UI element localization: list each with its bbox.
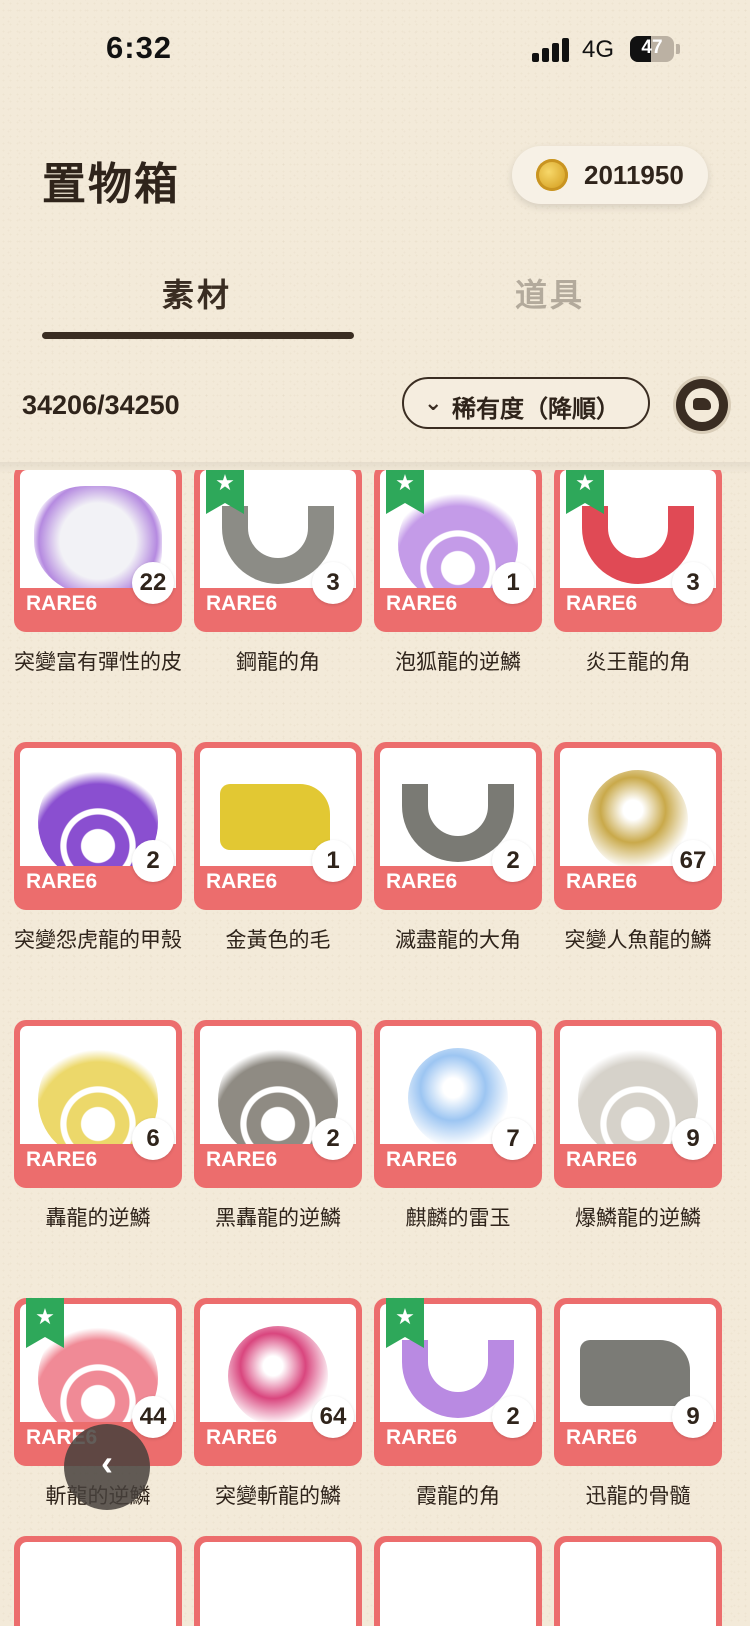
item-card[interactable] <box>554 1536 722 1626</box>
item-card[interactable] <box>374 1536 542 1626</box>
item-quantity: 2 <box>492 1396 534 1438</box>
item-card[interactable]: 7 RARE6 <box>374 1020 542 1188</box>
monster-filter-button[interactable] <box>676 379 728 431</box>
item-card[interactable]: 67 RARE6 <box>554 742 722 910</box>
signal-icon <box>532 38 572 62</box>
active-tab-indicator <box>42 332 354 339</box>
item-rarity: RARE6 <box>26 870 98 893</box>
item-rarity: RARE6 <box>566 870 638 893</box>
storage-count: 34206/34250 <box>22 390 180 420</box>
item-quantity: 1 <box>312 840 354 882</box>
item-card[interactable]: 2 RARE6 <box>374 742 542 910</box>
item-rarity: RARE6 <box>26 592 98 615</box>
network-type: 4G <box>582 36 615 63</box>
item-card[interactable]: 1 RARE6 <box>374 470 542 632</box>
status-bar: 6:32 4G 47 <box>0 0 750 100</box>
status-time: 6:32 <box>106 30 173 65</box>
item-quantity: 64 <box>312 1396 354 1438</box>
battery-level: 47 <box>641 37 663 58</box>
item-card[interactable] <box>194 1536 362 1626</box>
item-rarity: RARE6 <box>206 1426 278 1449</box>
item-quantity: 3 <box>672 562 714 604</box>
item-image <box>200 1542 356 1626</box>
page-title: 置物箱 <box>42 159 180 210</box>
sort-label: 稀有度（降順） <box>452 395 620 423</box>
item-card[interactable]: 3 RARE6 <box>194 470 362 632</box>
item-card[interactable]: 9 RARE6 <box>554 1298 722 1466</box>
item-quantity: 3 <box>312 562 354 604</box>
item-rarity: RARE6 <box>566 1426 638 1449</box>
item-quantity: 44 <box>132 1396 174 1438</box>
item-image <box>560 1542 716 1626</box>
item-name: 滅盡龍的大角 <box>395 928 521 952</box>
tab-items[interactable]: 道具 <box>395 270 705 316</box>
item-rarity: RARE6 <box>386 1148 458 1171</box>
coin-balance[interactable]: 2011950 <box>512 146 708 204</box>
item-name: 突變富有彈性的皮 <box>14 650 182 674</box>
item-rarity: RARE6 <box>206 1148 278 1171</box>
monster-filter-icon <box>685 388 719 422</box>
head-material-icon <box>220 784 330 850</box>
battery-tip <box>676 44 680 54</box>
item-name: 泡狐龍的逆鱗 <box>395 650 521 674</box>
chevron-left-icon: ‹ <box>101 1442 113 1483</box>
item-quantity: 2 <box>312 1118 354 1160</box>
item-quantity: 9 <box>672 1118 714 1160</box>
item-card[interactable]: 64 RARE6 <box>194 1298 362 1466</box>
head-material-icon <box>580 1340 690 1406</box>
item-name: 麒麟的雷玉 <box>405 1206 511 1230</box>
item-card[interactable]: 2 RARE6 <box>374 1298 542 1466</box>
item-name: 爆鱗龍的逆鱗 <box>575 1206 701 1230</box>
item-name: 霞龍的角 <box>416 1484 500 1508</box>
item-quantity: 1 <box>492 562 534 604</box>
item-name: 突變人魚龍的鱗 <box>564 928 712 952</box>
item-card[interactable]: 1 RARE6 <box>194 742 362 910</box>
item-quantity: 9 <box>672 1396 714 1438</box>
item-name: 突變斬龍的鱗 <box>215 1484 341 1508</box>
item-card[interactable]: 9 RARE6 <box>554 1020 722 1188</box>
item-rarity: RARE6 <box>566 592 638 615</box>
item-name: 黑轟龍的逆鱗 <box>215 1206 341 1230</box>
item-card[interactable] <box>14 1536 182 1626</box>
coin-value: 2011950 <box>584 160 684 190</box>
item-card[interactable]: 3 RARE6 <box>554 470 722 632</box>
item-rarity: RARE6 <box>386 870 458 893</box>
item-name: 突變怨虎龍的甲殼 <box>14 928 182 952</box>
item-quantity: 2 <box>132 840 174 882</box>
tab-materials[interactable]: 素材 <box>42 270 352 316</box>
battery-icon: 47 <box>630 36 674 62</box>
item-quantity: 6 <box>132 1118 174 1160</box>
item-quantity: 2 <box>492 840 534 882</box>
item-quantity: 67 <box>672 840 714 882</box>
item-name: 金黃色的毛 <box>225 928 331 952</box>
sort-button[interactable]: ⌄ 稀有度（降順） <box>402 377 650 429</box>
item-rarity: RARE6 <box>566 1148 638 1171</box>
item-rarity: RARE6 <box>386 1426 458 1449</box>
item-rarity: RARE6 <box>26 1148 98 1171</box>
item-card[interactable]: 2 RARE6 <box>194 1020 362 1188</box>
item-rarity: RARE6 <box>206 592 278 615</box>
item-card[interactable]: 2 RARE6 <box>14 742 182 910</box>
item-quantity: 22 <box>132 562 174 604</box>
item-name: 轟龍的逆鱗 <box>45 1206 151 1230</box>
item-quantity: 7 <box>492 1118 534 1160</box>
item-card[interactable]: 22 RARE6 <box>14 470 182 632</box>
item-name: 炎王龍的角 <box>585 650 691 674</box>
item-rarity: RARE6 <box>206 870 278 893</box>
item-image <box>380 1542 536 1626</box>
item-card[interactable]: 6 RARE6 <box>14 1020 182 1188</box>
item-name: 迅龍的骨髓 <box>585 1484 691 1508</box>
chevron-down-icon: ⌄ <box>424 391 443 416</box>
back-button[interactable]: ‹ <box>64 1424 150 1510</box>
item-name: 鋼龍的角 <box>236 650 320 674</box>
item-image <box>20 1542 176 1626</box>
coin-icon <box>536 159 568 191</box>
item-rarity: RARE6 <box>386 592 458 615</box>
